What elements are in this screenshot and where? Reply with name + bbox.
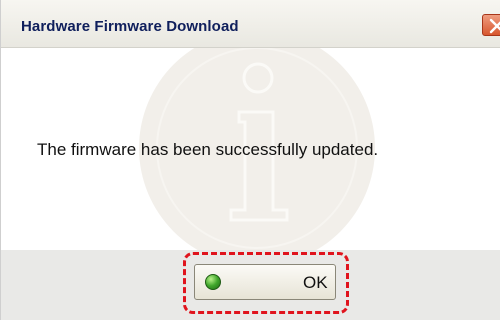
close-button[interactable] <box>482 14 500 36</box>
green-check-orb-icon <box>205 274 221 290</box>
dialog-content: The firmware has been successfully updat… <box>1 48 500 250</box>
status-message: The firmware has been successfully updat… <box>37 140 379 159</box>
ok-button[interactable]: OK <box>194 264 336 300</box>
close-icon <box>489 18 500 34</box>
firmware-download-dialog: Hardware Firmware Download The firmware … <box>0 0 500 320</box>
dialog-title: Hardware Firmware Download <box>21 18 239 35</box>
title-bar[interactable]: Hardware Firmware Download <box>1 0 500 48</box>
ok-button-label: OK <box>303 273 328 292</box>
